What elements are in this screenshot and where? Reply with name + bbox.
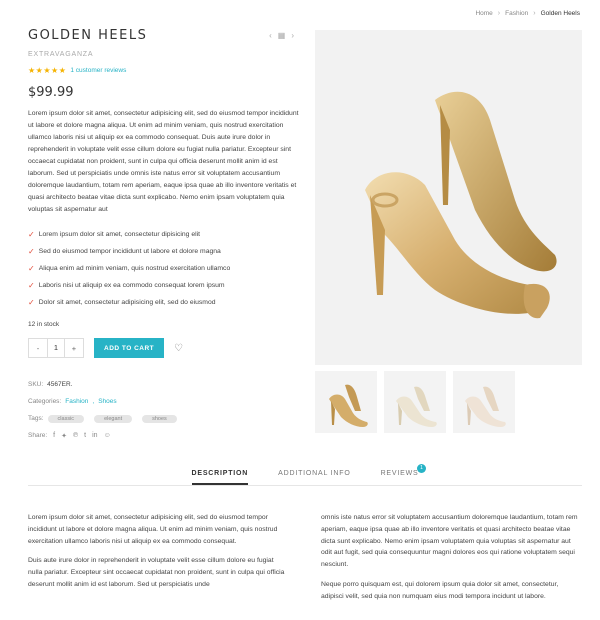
stock-status: 12 in stock (28, 321, 60, 328)
product-rating: ★★★★★ 1 customer reviews (28, 66, 300, 75)
grid-icon[interactable]: ▦ (278, 31, 286, 40)
tab-content: Lorem ipsum dolor sit amet, consectetur … (28, 512, 582, 603)
product-price: $99.99 (28, 85, 74, 100)
tab-description[interactable]: DESCRIPTION (191, 470, 249, 485)
qty-minus-button[interactable]: - (29, 344, 47, 353)
tab-reviews[interactable]: REVIEWS 1 (381, 464, 427, 485)
chevron-right-icon: › (533, 10, 536, 17)
product-main-image[interactable] (315, 30, 582, 365)
list-item: ✓ Dolor sit amet, consectetur adipisicing… (28, 298, 216, 307)
categories-row: Categories: Fashion, Shoes (28, 398, 117, 405)
product-tabs: DESCRIPTION ADDITIONAL INFO REVIEWS 1 (28, 464, 582, 486)
breadcrumb-category[interactable]: Fashion (505, 10, 528, 17)
rating-stars: ★★★★★ (28, 66, 67, 75)
tumblr-icon[interactable]: t (84, 432, 86, 440)
list-item: ✓ Sed do eiusmod tempor incididunt ut lab… (28, 247, 221, 256)
tab-additional-info[interactable]: ADDITIONAL INFO (278, 470, 350, 485)
reddit-icon[interactable]: ☺ (104, 432, 111, 440)
shoe-image (365, 91, 557, 319)
product-description: Lorem ipsum dolor sit amet, consectetur … (28, 110, 299, 213)
product-summary: GOLDEN HEELS ‹ ▦ › EXTRAVAGANZA ★★★★★ 1 … (28, 28, 300, 444)
breadcrumb-current: Golden Heels (540, 10, 580, 17)
sku-value: 4567ER. (47, 381, 73, 388)
description-column-left: Lorem ipsum dolor sit amet, consectetur … (28, 514, 285, 588)
tags-row: Tags: classic elegant shoes (28, 410, 300, 427)
breadcrumb-home[interactable]: Home (475, 10, 492, 17)
tag-badge[interactable]: shoes (142, 414, 177, 423)
thumbnail-1[interactable] (315, 371, 377, 433)
thumbnail-2[interactable] (384, 371, 446, 433)
list-item: ✓ Lorem ipsum dolor sit amet, consectetur… (28, 230, 201, 239)
qty-plus-button[interactable]: + (65, 344, 83, 353)
product-brand: EXTRAVAGANZA (28, 51, 94, 58)
twitter-icon[interactable]: ✦ (61, 432, 67, 440)
chevron-right-icon[interactable]: › (291, 31, 294, 40)
chevron-right-icon: › (497, 10, 501, 17)
check-icon: ✓ (28, 298, 35, 307)
thumbnail-3[interactable] (453, 371, 515, 433)
feature-list: ✓ Lorem ipsum dolor sit amet, consectetur… (28, 226, 300, 311)
list-item: ✓ Laboris nisi ut aliquip ex ea commodo c… (28, 281, 225, 290)
heart-icon[interactable]: ♡ (174, 343, 183, 354)
list-item: ✓ Aliqua enim ad minim veniam, quis nostr… (28, 264, 231, 273)
sku-row: SKU: 4567ER. (28, 381, 73, 388)
check-icon: ✓ (28, 230, 35, 239)
reviews-count-badge: 1 (417, 464, 427, 473)
chevron-left-icon[interactable]: ‹ (269, 31, 272, 40)
product-title: GOLDEN HEELS (28, 28, 148, 43)
product-nav: ‹ ▦ › (269, 31, 300, 40)
tag-badge[interactable]: elegant (94, 414, 133, 423)
tag-badge[interactable]: classic (47, 414, 85, 423)
quantity-input[interactable]: 1 (47, 339, 65, 357)
check-icon: ✓ (28, 281, 35, 290)
breadcrumb: Home › Fashion › Golden Heels (475, 10, 580, 17)
share-row: Share: f ✦ ℗ t in ☺ (28, 431, 111, 440)
add-to-cart-button[interactable]: ADD TO CART (94, 338, 165, 358)
quantity-stepper: - 1 + (28, 338, 84, 358)
check-icon: ✓ (28, 247, 35, 256)
thumbnail-gallery (315, 371, 515, 433)
pinterest-icon[interactable]: ℗ (73, 432, 78, 440)
check-icon: ✓ (28, 264, 35, 273)
cart-row: - 1 + ADD TO CART ♡ (28, 338, 300, 358)
product-meta: SKU: 4567ER. Categories: Fashion, Shoes … (28, 376, 300, 444)
description-column-right: omnis iste natus error sit voluptatem ac… (321, 514, 578, 600)
linkedin-icon[interactable]: in (92, 432, 97, 440)
facebook-icon[interactable]: f (53, 432, 55, 440)
category-link[interactable]: Shoes (98, 398, 116, 405)
category-link[interactable]: Fashion (65, 398, 88, 405)
reviews-link[interactable]: 1 customer reviews (70, 67, 126, 74)
